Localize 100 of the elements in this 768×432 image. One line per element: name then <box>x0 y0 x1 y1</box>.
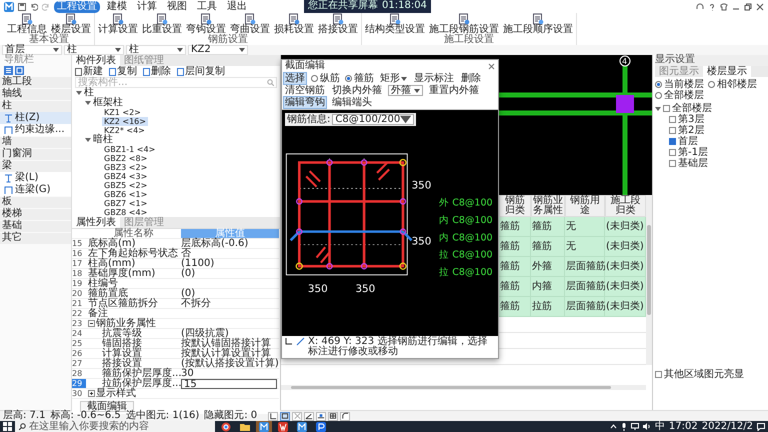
floor-checkbox[interactable]: 第-1层 <box>655 147 768 158</box>
radio-option[interactable]: 纵筋 <box>311 73 340 84</box>
start-icon[interactable] <box>3 422 12 431</box>
toolbar-button[interactable]: 清空钢筋 <box>284 85 326 96</box>
expanded-arrow-icon[interactable] <box>85 100 91 106</box>
tree-item[interactable]: GBZ7 <1> <box>102 199 150 208</box>
floor-checkbox[interactable]: 第2层 <box>655 125 768 136</box>
ribbon-button[interactable]: 工程信息 <box>7 13 47 35</box>
ribbon-button[interactable]: 结构类型设置 <box>365 13 425 35</box>
tree-group-label[interactable]: 柱 <box>84 88 94 98</box>
grid-icon[interactable] <box>328 412 338 420</box>
undo-icon[interactable] <box>30 2 38 10</box>
tree-item[interactable]: KZ2 <16> <box>102 117 148 126</box>
expanded-arrow-icon[interactable] <box>655 106 661 112</box>
angle-icon[interactable] <box>304 412 314 420</box>
filter-dropdown[interactable]: 柱 <box>64 45 124 55</box>
taskbar-search-field[interactable]: 在这里输入你要搜索的内容 <box>15 421 215 432</box>
radio-option[interactable]: 相邻楼层 <box>708 79 757 90</box>
save-icon[interactable] <box>18 2 26 10</box>
line-icon[interactable] <box>296 337 305 346</box>
list-toolbar-button[interactable]: 层间复制 <box>177 66 225 76</box>
headset-icon[interactable] <box>696 2 704 10</box>
shape-menu-button[interactable]: 矩形 <box>379 73 408 84</box>
nav-item[interactable]: 连梁(G) <box>0 184 71 196</box>
toolbar-button[interactable]: 重置内外箍 <box>428 85 480 96</box>
nav-category[interactable]: 基础 <box>0 221 71 232</box>
menu-tab[interactable]: 退出 <box>224 0 250 12</box>
grid-view-icon[interactable] <box>15 66 24 75</box>
toolbar-button[interactable]: 显示标注 <box>413 73 455 84</box>
help-icon[interactable] <box>708 2 716 10</box>
toolbar-button[interactable]: 编辑端头 <box>331 97 373 108</box>
nav-category[interactable]: 板 <box>0 197 71 208</box>
list-toolbar-button[interactable]: 复制 <box>109 66 137 76</box>
list-toolbar-button[interactable]: 新建 <box>75 66 103 76</box>
ribbon-button[interactable]: 弯钩设置 <box>186 13 226 35</box>
list-icon[interactable] <box>4 66 13 75</box>
nav-item[interactable]: 梁(L) <box>0 172 71 184</box>
highlight-checkbox[interactable]: 其他区域图元亮显 <box>655 369 768 380</box>
expanded-arrow-icon[interactable] <box>85 137 91 143</box>
shirt-icon[interactable] <box>720 2 728 10</box>
floor-checkbox[interactable]: 第3层 <box>655 114 768 125</box>
menu-tab[interactable]: 工具 <box>194 0 220 12</box>
ribbon-button[interactable]: 施工段钢筋设置 <box>429 13 499 35</box>
panel-tab[interactable]: 楼层显示 <box>703 66 751 77</box>
ribbon-button[interactable]: 计算设置 <box>98 13 138 35</box>
value-field[interactable]: 15 <box>181 378 277 388</box>
filter-dropdown[interactable]: KZ2 <box>188 45 248 55</box>
arc-icon[interactable] <box>340 412 350 420</box>
menu-tab[interactable]: 工程设置 <box>54 0 100 12</box>
radio-option[interactable]: 箍筋 <box>345 73 374 84</box>
ribbon-button[interactable]: 损耗设置 <box>274 13 314 35</box>
clock-time[interactable]: 17:02 <box>668 422 698 432</box>
toolbar-button[interactable]: 切换内外箍 <box>331 85 383 96</box>
menu-tab[interactable]: 视图 <box>164 0 190 12</box>
close-icon[interactable] <box>488 62 495 70</box>
tree-item[interactable]: GBZ5 <2> <box>102 181 150 190</box>
folder-icon[interactable] <box>237 421 253 432</box>
speaker-icon[interactable] <box>642 423 651 430</box>
w-app-icon[interactable] <box>275 421 291 432</box>
p-app-icon[interactable] <box>313 421 329 432</box>
nav-category[interactable]: 其它 <box>0 233 71 244</box>
toolbar-button[interactable]: 删除 <box>460 73 482 84</box>
panel-tab[interactable]: 构件列表 <box>72 55 120 66</box>
nav-category[interactable]: 施工段 <box>0 77 71 88</box>
tree-item[interactable]: GBZ8 <4> <box>102 208 150 217</box>
radio-option[interactable]: 全部楼层 <box>655 90 704 101</box>
nav-category[interactable]: 墙 <box>0 137 71 148</box>
nav-category[interactable]: 柱 <box>0 101 71 112</box>
collapse-icon[interactable] <box>88 320 95 327</box>
filter-dropdown[interactable]: 首层 <box>2 45 62 55</box>
expanded-arrow-icon[interactable] <box>76 90 82 96</box>
filter-dropdown[interactable]: 柱 <box>126 45 186 55</box>
toolbar-button[interactable]: 编辑弯钩 <box>284 97 326 108</box>
scrollbar[interactable] <box>281 385 646 390</box>
close-icon[interactable] <box>756 2 764 10</box>
floor-checkbox[interactable]: 首层 <box>655 136 768 147</box>
scrollbar[interactable] <box>646 195 652 365</box>
menu-tab[interactable]: 建模 <box>104 0 130 12</box>
notification-icon[interactable] <box>757 422 765 430</box>
tree-group-label[interactable]: 框架柱 <box>93 98 123 108</box>
list-toolbar-button[interactable]: 删除 <box>143 66 171 76</box>
input-method-indicator[interactable]: 中 <box>654 422 665 432</box>
nav-item[interactable]: 约束边缘... <box>0 124 71 136</box>
tree-item[interactable]: GBZ6 <1> <box>102 190 150 199</box>
toolbar-button[interactable]: 选择 <box>284 73 306 84</box>
tree-item[interactable]: GBZ3 <2> <box>102 163 150 172</box>
tree-item[interactable]: GBZ4 <3> <box>102 172 150 181</box>
nav-item[interactable]: 柱(Z) <box>0 112 71 124</box>
ribbon-button[interactable]: 搭接设置 <box>318 13 358 35</box>
ribbon-button[interactable]: 比重设置 <box>142 13 182 35</box>
caret-up-icon[interactable] <box>610 424 617 429</box>
tree-item[interactable]: GBZ2 <8> <box>102 154 150 163</box>
nav-category[interactable]: 轴线 <box>0 89 71 100</box>
clock-date[interactable]: 2022/12/2 <box>702 422 753 432</box>
tree-group-label[interactable]: 暗柱 <box>93 135 113 145</box>
microphone-icon[interactable] <box>620 422 627 430</box>
nav-category[interactable]: 门窗洞 <box>0 149 71 160</box>
ribbon-button[interactable]: 楼层设置 <box>51 13 91 35</box>
restore-icon[interactable] <box>744 2 752 10</box>
m-app-icon[interactable] <box>294 421 310 432</box>
